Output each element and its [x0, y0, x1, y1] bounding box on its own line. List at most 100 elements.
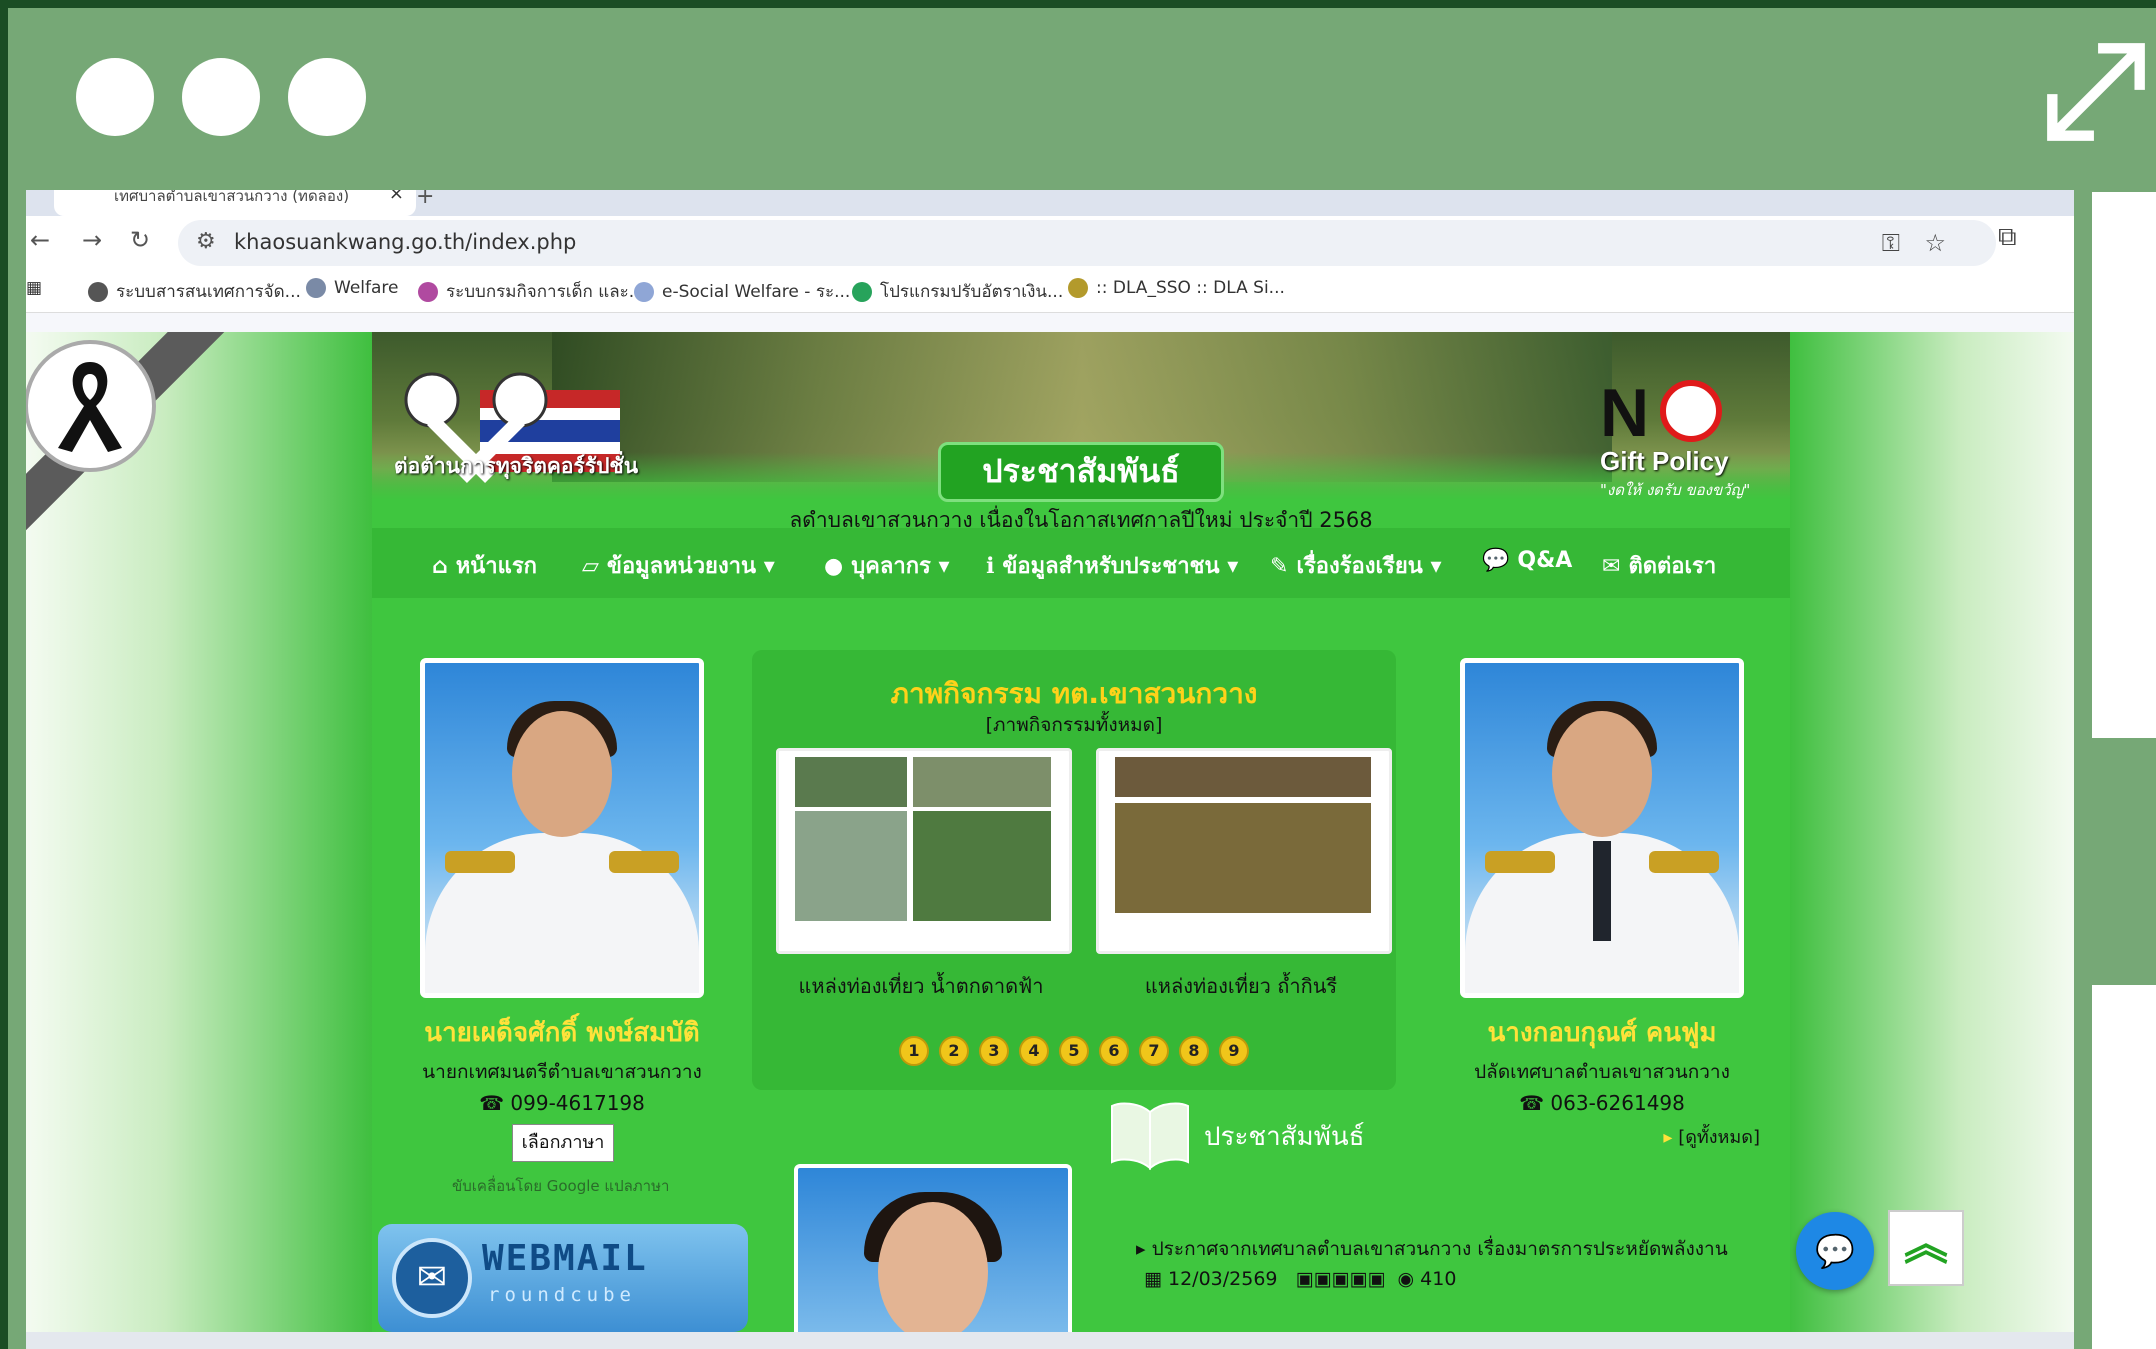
bookmark-item[interactable]: ระบบกรมกิจการเด็ก และ...	[418, 278, 645, 305]
arrow-icon: ▸	[1663, 1127, 1673, 1148]
staff-portrait[interactable]	[794, 1164, 1072, 1332]
expand-icon[interactable]	[2044, 40, 2148, 144]
portrait-head	[512, 711, 612, 837]
photo	[795, 757, 907, 807]
mail-icon: ✉	[392, 1238, 472, 1318]
gallery-thumbnail[interactable]	[776, 748, 1072, 954]
news-item-link[interactable]: ▸ ประกาศจากเทศบาลตำบลเขาสวนกวาง เรื่องมา…	[1136, 1234, 1728, 1264]
photo	[913, 757, 1051, 807]
nav-complaints[interactable]: ✎ เรื่องร้องเรียน ▾	[1270, 548, 1441, 583]
bookmark-item[interactable]: Welfare	[306, 278, 398, 298]
page-dot[interactable]: 3	[979, 1036, 1009, 1066]
tab-title: เทศบาลตำบลเขาสวนกวาง (ทดลอง)	[114, 190, 350, 205]
no-gift-icon	[1660, 380, 1722, 442]
book-icon	[1111, 1102, 1189, 1171]
mayor-portrait[interactable]	[420, 658, 704, 998]
bookmark-star-icon[interactable]: ☆	[1924, 229, 1946, 257]
bookmark-item[interactable]: e-Social Welfare - ระ...	[634, 278, 850, 305]
page-dot[interactable]: 7	[1139, 1036, 1169, 1066]
address-bar[interactable]: ⚙ khaosuankwang.go.th/index.php ⚿ ☆	[178, 220, 1996, 266]
black-ribbon-icon	[58, 362, 122, 452]
envelope-icon: ✉	[1602, 554, 1621, 579]
nav-home[interactable]: ⌂ หน้าแรก	[432, 548, 537, 583]
nav-qa[interactable]: 💬 Q&A	[1482, 548, 1572, 573]
language-select-button[interactable]: เลือกภาษา	[512, 1124, 614, 1162]
attachment-icons[interactable]: ▣▣▣▣▣	[1296, 1268, 1386, 1290]
apps-icon[interactable]: ▦	[26, 278, 42, 298]
gallery-thumbnail[interactable]	[1096, 748, 1392, 954]
window-dot[interactable]	[182, 58, 260, 136]
page-dot[interactable]: 1	[899, 1036, 929, 1066]
page-dot[interactable]: 5	[1059, 1036, 1089, 1066]
window-dot[interactable]	[76, 58, 154, 136]
bookmark-item[interactable]: :: DLA_SSO :: DLA Si...	[1068, 278, 1285, 298]
home-icon: ⌂	[432, 554, 448, 579]
gallery-pager: 1 2 3 4 5 6 7 8 9	[752, 1036, 1396, 1066]
gallery-caption[interactable]: แหล่งท่องเที่ยว น้ำตกดาดฟ้า	[776, 970, 1066, 1002]
double-chevron-up-icon: ︽	[1904, 1219, 1948, 1270]
mourning-ribbon-logo	[26, 340, 156, 472]
nav-contact[interactable]: ✉ ติดต่อเรา	[1602, 548, 1716, 583]
portrait-epaulette	[1649, 851, 1719, 873]
page-dot[interactable]: 8	[1179, 1036, 1209, 1066]
bookmark-item[interactable]: ระบบสารสนเทศการจัด...	[88, 278, 301, 305]
extensions-icon[interactable]: ⧉	[1998, 222, 2017, 253]
banner-pr-label: ประชาสัมพันธ์	[938, 442, 1224, 502]
nav-personnel[interactable]: ● บุคลากร ▾	[824, 548, 950, 583]
portrait-epaulette	[445, 851, 515, 873]
back-icon[interactable]: ←	[30, 226, 50, 254]
no-gift-subtext: "งดให้ งดรับ ของขวัญ"	[1600, 481, 1751, 499]
news-item-meta: ▦ 12/03/2569 ▣▣▣▣▣ ◉ 410	[1144, 1268, 1457, 1290]
address-bar-row: ← → ↻ ⚙ khaosuankwang.go.th/index.php ⚿ …	[26, 216, 2074, 268]
google-translate-credit: ขับเคลื่อนโดย Google แปลภาษา	[452, 1177, 670, 1195]
browser-tab[interactable]: เทศบาลตำบลเขาสวนกวาง (ทดลอง) ×	[54, 190, 416, 216]
password-key-icon[interactable]: ⚿	[1882, 229, 1900, 257]
mayor-card: นายเผด็จศักดิ์ พงษ์สมบัติ นายกเทศมนตรีตำ…	[412, 658, 712, 1115]
user-icon: ●	[824, 554, 844, 579]
bookmark-item[interactable]: โปรแกรมปรับอัตราเงิน...	[852, 278, 1063, 305]
chevron-down-icon: ▾	[763, 554, 775, 579]
close-icon[interactable]: ×	[389, 190, 404, 203]
activity-gallery: ภาพกิจกรรม ทต.เขาสวนกวาง [ภาพกิจกรรมทั้ง…	[752, 650, 1396, 1090]
url-text[interactable]: khaosuankwang.go.th/index.php	[234, 230, 576, 254]
portrait-head	[1552, 711, 1652, 837]
header-banner: ต่อต้านการทุจริตคอร์รัปชั่น ประชาสัมพันธ…	[372, 332, 1790, 528]
mayor-title: นายกเทศมนตรีตำบลเขาสวนกวาง	[422, 1061, 702, 1083]
photo	[795, 811, 907, 921]
news-title: ประชาสัมพันธ์	[1204, 1122, 1365, 1152]
chat-button[interactable]: 💬	[1796, 1212, 1874, 1290]
mayor-phone: ☎ 099-4617198	[479, 1091, 645, 1115]
gallery-caption[interactable]: แหล่งท่องเที่ยว ถ้ำกินรี	[1096, 970, 1386, 1002]
webmail-banner[interactable]: ✉ WEBMAIL roundcube	[378, 1224, 748, 1332]
tab-strip: เทศบาลตำบลเขาสวนกวาง (ทดลอง) × +	[26, 190, 2074, 216]
bookmarks-bar: ▦ ระบบสารสนเทศการจัด... Welfare ระบบกรมก…	[26, 268, 2074, 313]
gallery-all-link[interactable]: [ภาพกิจกรรมทั้งหมด]	[752, 710, 1396, 740]
reload-icon[interactable]: ↻	[130, 226, 150, 254]
portrait-tie	[1593, 841, 1611, 941]
forward-icon[interactable]: →	[82, 226, 102, 254]
clerk-name: นางกอบกุณศ์ คนฟูม	[1487, 1018, 1717, 1048]
page-dot[interactable]: 2	[939, 1036, 969, 1066]
clerk-card: นางกอบกุณศ์ คนฟูม ปลัดเทศบาลตำบลเขาสวนกว…	[1452, 658, 1752, 1115]
scroll-to-top-button[interactable]: ︽	[1888, 1210, 1964, 1286]
edit-icon: ✎	[1270, 554, 1289, 579]
browser-window: เทศบาลตำบลเขาสวนกวาง (ทดลอง) × + ← → ↻ ⚙…	[26, 190, 2074, 1349]
website: ต่อต้านการทุจริตคอร์รัปชั่น ประชาสัมพันธ…	[26, 332, 2074, 1332]
nav-agency-info[interactable]: ▱ ข้อมูลหน่วยงาน ▾	[582, 548, 775, 583]
window-dot[interactable]	[288, 58, 366, 136]
chat-icon: 💬	[1815, 1232, 1855, 1270]
new-tab-icon[interactable]: +	[416, 190, 434, 209]
portrait-epaulette	[1485, 851, 1555, 873]
news-all-link[interactable]: ▸ [ดูทั้งหมด]	[1663, 1122, 1760, 1151]
page-dot[interactable]: 4	[1019, 1036, 1049, 1066]
chevron-down-icon: ▾	[938, 554, 950, 579]
portrait-epaulette	[609, 851, 679, 873]
news-panel: ประชาสัมพันธ์ ▸ [ดูทั้งหมด] ▸ ประกาศจากเ…	[1108, 1092, 1774, 1332]
clerk-portrait[interactable]	[1460, 658, 1744, 998]
nav-public-info[interactable]: ℹ ข้อมูลสำหรับประชาชน ▾	[986, 548, 1238, 583]
phone-icon: ☎	[479, 1091, 505, 1115]
page-dot[interactable]: 9	[1219, 1036, 1249, 1066]
clerk-title: ปลัดเทศบาลตำบลเขาสวนกวาง	[1474, 1061, 1730, 1083]
site-info-icon[interactable]: ⚙	[196, 229, 216, 254]
page-dot[interactable]: 6	[1099, 1036, 1129, 1066]
